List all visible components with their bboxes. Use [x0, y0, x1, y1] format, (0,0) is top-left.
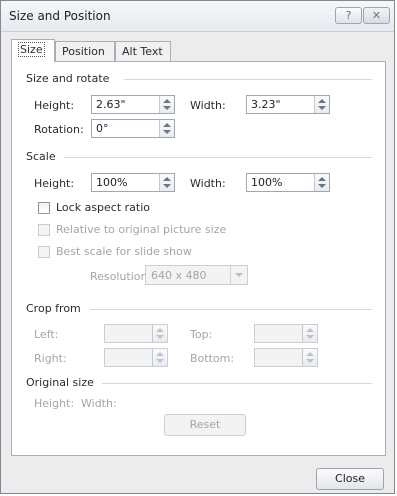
spin-down-icon[interactable]	[163, 184, 171, 188]
tab-size[interactable]: Size	[11, 39, 55, 62]
tab-alt-text[interactable]: Alt Text	[115, 41, 171, 61]
section-divider	[90, 309, 372, 310]
rotation-label: Rotation:	[34, 123, 84, 136]
crop-left-spinner	[104, 324, 168, 343]
spinner-arrows	[152, 349, 167, 366]
spin-down-icon	[306, 335, 314, 339]
spin-down-icon[interactable]	[163, 106, 171, 110]
dialog-title: Size and Position	[9, 9, 111, 23]
section-divider	[64, 157, 372, 158]
close-button[interactable]: Close	[316, 468, 384, 490]
crop-from-header: Crop from	[26, 302, 81, 315]
scale-width-label: Width:	[190, 177, 226, 190]
spin-up-icon	[306, 352, 314, 356]
lock-aspect-ratio-checkbox[interactable]	[38, 202, 50, 214]
spinner-arrows	[152, 325, 167, 342]
title-bar: Size and Position ? ✕	[1, 1, 394, 32]
width-value[interactable]: 3.23"	[251, 98, 281, 111]
crop-bottom-spinner	[254, 348, 318, 367]
height-label: Height:	[34, 99, 75, 112]
resolution-dropdown: 640 x 480	[145, 265, 248, 285]
spin-down-icon[interactable]	[163, 130, 171, 134]
dropdown-arrow-icon	[230, 266, 247, 284]
chevron-down-icon	[235, 273, 243, 277]
spinner-arrows[interactable]	[159, 120, 174, 137]
spin-up-icon	[156, 352, 164, 356]
reset-button: Reset	[164, 414, 246, 436]
spin-down-icon[interactable]	[318, 184, 326, 188]
resolution-label: Resolution	[90, 270, 148, 283]
spin-down-icon	[156, 359, 164, 363]
section-divider	[124, 79, 372, 80]
crop-top-spinner	[254, 324, 318, 343]
height-value[interactable]: 2.63"	[96, 98, 126, 111]
size-rotate-header: Size and rotate	[26, 72, 110, 85]
scale-height-label: Height:	[34, 177, 75, 190]
relative-original-label: Relative to original picture size	[56, 223, 227, 236]
original-size-header: Original size	[26, 376, 94, 389]
size-tab-panel: Size and rotate Height: 2.63" Width: 3.2…	[11, 61, 386, 456]
scale-height-value[interactable]: 100%	[96, 176, 127, 189]
rotation-value[interactable]: 0°	[96, 122, 109, 135]
crop-bottom-label: Bottom:	[190, 352, 235, 365]
spin-up-icon[interactable]	[163, 99, 171, 103]
scale-width-spinner[interactable]: 100%	[246, 173, 330, 192]
lock-aspect-ratio-label[interactable]: Lock aspect ratio	[56, 201, 150, 214]
spin-up-icon[interactable]	[163, 177, 171, 181]
width-spinner[interactable]: 3.23"	[246, 95, 330, 114]
spinner-arrows[interactable]	[314, 96, 329, 113]
best-scale-label: Best scale for slide show	[56, 245, 192, 258]
section-divider	[102, 383, 372, 384]
close-window-button[interactable]: ✕	[363, 7, 390, 24]
original-width-label: Width:	[81, 397, 117, 410]
spin-up-icon[interactable]	[318, 177, 326, 181]
scale-width-value[interactable]: 100%	[251, 176, 282, 189]
help-button[interactable]: ?	[335, 7, 362, 24]
rotation-spinner[interactable]: 0°	[91, 119, 175, 138]
original-height-label: Height:	[34, 397, 75, 410]
best-scale-checkbox	[38, 246, 50, 258]
spin-up-icon	[156, 328, 164, 332]
size-and-position-dialog: Size and Position ? ✕ Size Position Alt …	[0, 0, 395, 494]
spinner-arrows[interactable]	[159, 96, 174, 113]
scale-height-spinner[interactable]: 100%	[91, 173, 175, 192]
resolution-value: 640 x 480	[151, 269, 207, 282]
scale-header: Scale	[26, 150, 56, 163]
spin-up-icon	[306, 328, 314, 332]
spinner-arrows[interactable]	[314, 174, 329, 191]
height-spinner[interactable]: 2.63"	[91, 95, 175, 114]
spin-up-icon[interactable]	[318, 99, 326, 103]
spin-down-icon[interactable]	[318, 106, 326, 110]
crop-top-label: Top:	[190, 328, 213, 341]
crop-right-spinner	[104, 348, 168, 367]
spinner-arrows	[302, 325, 317, 342]
spin-down-icon	[156, 335, 164, 339]
crop-right-label: Right:	[34, 352, 67, 365]
tab-position[interactable]: Position	[55, 41, 115, 61]
relative-original-checkbox	[38, 224, 50, 236]
spin-down-icon	[306, 359, 314, 363]
spinner-arrows	[302, 349, 317, 366]
crop-left-label: Left:	[34, 328, 59, 341]
spinner-arrows[interactable]	[159, 174, 174, 191]
spin-up-icon[interactable]	[163, 123, 171, 127]
width-label: Width:	[190, 99, 226, 112]
